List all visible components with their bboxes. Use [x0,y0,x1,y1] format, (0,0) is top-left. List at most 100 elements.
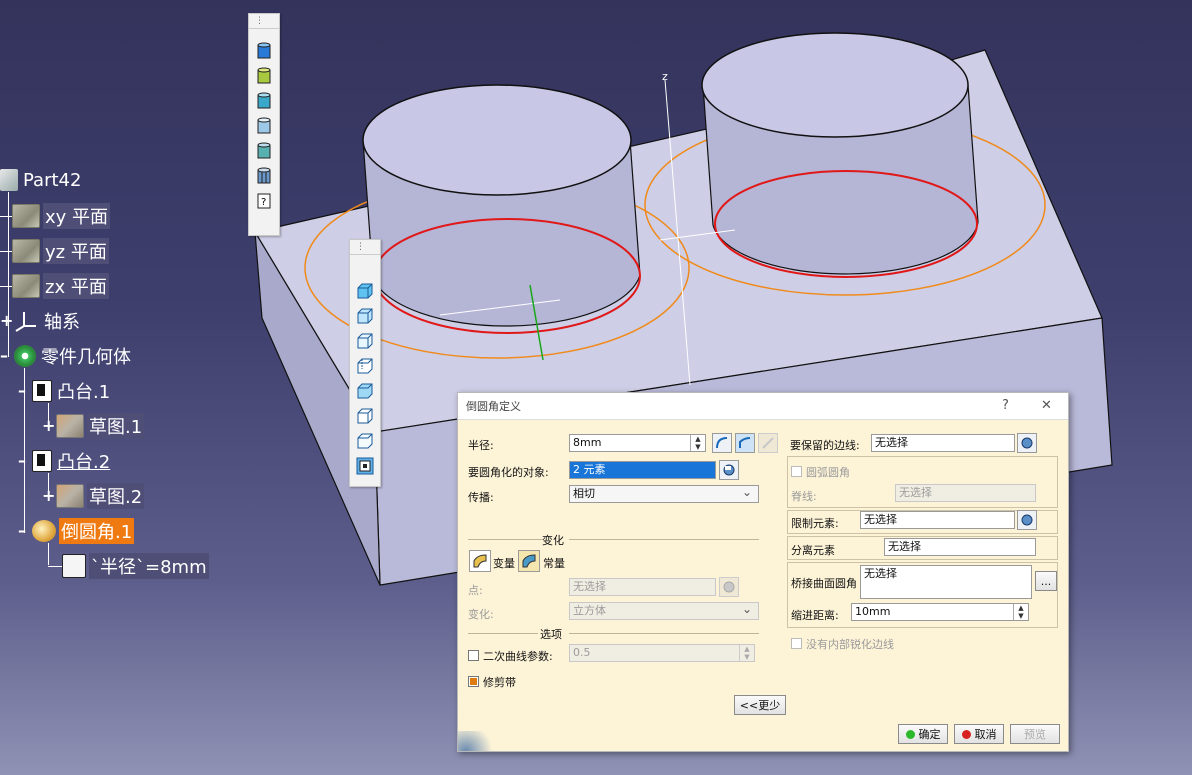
tree-item-part-body[interactable]: – 零件几何体 [0,344,133,368]
radius-label: 半径: [468,439,494,452]
constant-radius-icon[interactable] [518,550,540,572]
variation-section-title: 变化 [542,534,564,547]
no-internal-edges-checkbox[interactable]: 没有内部锐化边线 [791,636,894,652]
dialog-title: 倒圆角定义 [466,400,521,413]
tree-item-pad-2[interactable]: – 凸台.2 [18,449,112,473]
limit-select-icon[interactable] [1017,510,1037,530]
tree-item-sketch-1[interactable]: + 草图.1 [42,413,145,439]
preview-button[interactable]: 预览 [1010,724,1060,744]
fillet-definition-dialog[interactable]: 倒圆角定义 ? ✕ 半径: 8mm ▲ ▼ 要圆角化的对象: 2 元素 传播: 相… [457,392,1069,752]
gear-icon [14,345,36,367]
tree-item-yz-plane[interactable]: yz 平面 [12,238,109,264]
objects-input[interactable]: 2 元素 [569,461,716,479]
collapse-icon[interactable]: – [18,453,30,469]
expand-icon[interactable]: + [42,488,55,504]
cancel-dot-icon [961,729,971,739]
less-button[interactable]: <<更少 [734,695,786,715]
edges-keep-input[interactable]: 无选择 [871,434,1015,452]
spine-input[interactable]: 无选择 [895,484,1036,502]
trim-ribbons-checkbox[interactable]: 修剪带 [468,674,516,690]
variation-label: 变化: [468,608,494,621]
expand-icon[interactable]: + [0,313,13,329]
tree-item-sketch-2[interactable]: + 草图.2 [42,483,145,509]
tree-item-axis-system[interactable]: + 轴系 [0,309,82,333]
propagation-select[interactable]: 相切 [569,484,759,503]
view-params-icon[interactable] [354,455,376,477]
constant-label: 常量 [543,557,565,570]
variable-radius-icon[interactable] [469,550,491,572]
expand-icon[interactable]: + [42,418,55,434]
setback-spinner[interactable]: ▲ ▼ [1013,604,1028,620]
point-input[interactable]: 无选择 [569,578,716,596]
conic-parameter-checkbox[interactable]: 二次曲线参数: [468,648,553,664]
radius-input[interactable]: 8mm ▲ ▼ [569,434,706,452]
conic-spinner[interactable]: ▲ ▼ [739,645,754,661]
variation-select[interactable]: 立方体 [569,601,759,620]
help-button[interactable]: ? [1002,398,1009,413]
cylinder-blue-icon[interactable] [253,40,275,62]
limit-input[interactable]: 无选择 [860,511,1015,529]
checkbox-icon[interactable] [791,466,802,477]
tree-item-xy-plane[interactable]: xy 平面 [12,203,111,229]
point-select-icon[interactable] [719,577,739,597]
conic-parameter-input[interactable]: 0.5 ▲ ▼ [569,644,755,662]
tree-item-radius-param[interactable]: `半径`=8mm [62,553,209,579]
cylinder-left-top [362,84,632,196]
pad-icon [32,450,52,472]
cube-shaded-icon[interactable] [354,380,376,402]
cancel-button[interactable]: 取消 [954,724,1004,744]
multi-select-icon[interactable] [719,460,739,480]
fillet-type-chordal-icon[interactable] [758,433,778,453]
collapse-icon[interactable]: – [18,523,30,539]
plane-icon [12,204,40,228]
cube-icon[interactable] [354,280,376,302]
fillet-type-conic-icon[interactable] [735,433,755,453]
blend-corner-label: 桥接曲面圆角 [791,577,857,590]
cylinder-right-top [701,32,969,138]
blend-more-button[interactable]: ... [1035,571,1057,591]
specification-tree: Part42 xy 平面 yz 平面 zx 平面 + 轴系 – 零件几何体 – … [0,0,260,600]
propagation-label: 传播: [468,491,494,504]
tree-item-fillet-1[interactable]: – 倒圆角.1 [18,518,135,544]
tree-root[interactable]: Part42 [0,168,83,192]
help-icon[interactable]: ? [253,190,275,212]
parameter-icon [62,554,86,578]
radius-spinner[interactable]: ▲ ▼ [690,435,705,451]
pad-icon [32,380,52,402]
edges-keep-select-icon[interactable] [1017,433,1037,453]
cylinder-hatch-icon[interactable] [253,140,275,162]
z-axis-label: z [662,70,668,83]
checkbox-icon[interactable] [791,638,802,649]
collapse-icon[interactable]: – [18,383,30,399]
edges-keep-label: 要保留的边线: [790,439,860,452]
tree-item-pad-1[interactable]: – 凸台.1 [18,379,112,403]
options-section-title: 选项 [540,628,562,641]
close-button[interactable]: ✕ [1041,398,1052,413]
cylinder-teal-icon[interactable] [253,90,275,112]
cylinder-grid-icon[interactable] [253,165,275,187]
cube-hidden-icon[interactable] [354,355,376,377]
dialog-title-bar[interactable]: 倒圆角定义 [458,393,1068,420]
blend-corner-list[interactable]: 无选择 [860,565,1032,599]
solid-toolbar[interactable]: ⋮ [349,239,381,487]
cube-edges-icon[interactable] [354,330,376,352]
cylinder-green-icon[interactable] [253,65,275,87]
fillet-type-edge-icon[interactable] [712,433,732,453]
toolbar-grip[interactable]: ⋮ [249,14,279,29]
checkbox-checked-icon[interactable] [468,676,479,687]
cube-outline-icon[interactable] [354,305,376,327]
circle-fillet-checkbox[interactable]: 圆弧圆角 [791,464,850,480]
cube-transparent-icon[interactable] [354,430,376,452]
collapse-icon[interactable]: – [0,348,12,364]
plane-icon [12,239,40,263]
tree-item-zx-plane[interactable]: zx 平面 [12,273,109,299]
setback-input[interactable]: 10mm ▲ ▼ [851,603,1029,621]
surface-toolbar[interactable]: ⋮ ? [248,13,280,236]
separate-input[interactable]: 无选择 [884,538,1036,556]
cube-wire-icon[interactable] [354,405,376,427]
cylinder-wire-icon[interactable] [253,115,275,137]
toolbar-grip[interactable]: ⋮ [350,240,380,255]
variable-label: 变量 [493,557,515,570]
ok-button[interactable]: 确定 [898,724,948,744]
checkbox-icon[interactable] [468,650,479,661]
